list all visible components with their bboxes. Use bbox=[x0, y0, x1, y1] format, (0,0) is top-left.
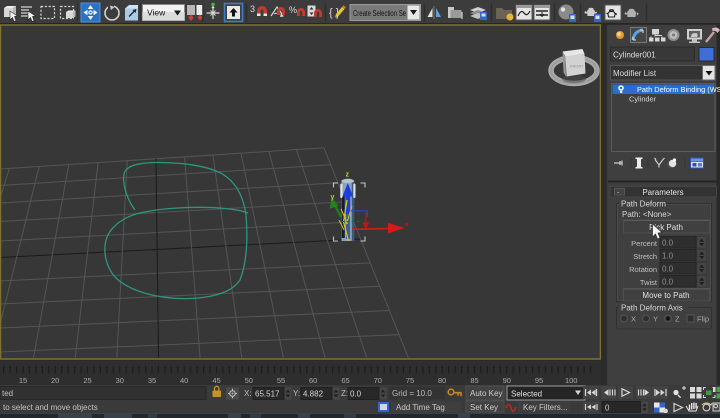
svg-text:20: 20 bbox=[51, 376, 59, 385]
svg-text:90: 90 bbox=[503, 376, 511, 385]
svg-text:75: 75 bbox=[406, 376, 414, 385]
svg-text:65: 65 bbox=[341, 376, 349, 385]
svg-text:Set Key: Set Key bbox=[470, 403, 498, 412]
svg-text:Z:: Z: bbox=[341, 389, 348, 398]
svg-text:100: 100 bbox=[565, 376, 578, 385]
svg-text:Parameters: Parameters bbox=[642, 188, 683, 197]
svg-text:Twist: Twist bbox=[640, 278, 658, 287]
svg-text:55: 55 bbox=[277, 376, 285, 385]
svg-text:65.517: 65.517 bbox=[255, 390, 280, 399]
svg-text:0.0: 0.0 bbox=[662, 239, 674, 248]
svg-text:40: 40 bbox=[180, 376, 188, 385]
svg-text:Stretch: Stretch bbox=[633, 252, 657, 261]
svg-text:Y:: Y: bbox=[293, 389, 300, 398]
svg-text:Z: Z bbox=[675, 315, 680, 324]
svg-text:15: 15 bbox=[19, 376, 27, 385]
svg-text:Y: Y bbox=[653, 315, 658, 324]
svg-text:Percent: Percent bbox=[631, 239, 658, 248]
svg-text:to select and move objects: to select and move objects bbox=[3, 403, 98, 412]
svg-text:4.882: 4.882 bbox=[303, 390, 324, 399]
svg-text:Move to Path: Move to Path bbox=[642, 291, 689, 300]
svg-text:80: 80 bbox=[438, 376, 446, 385]
svg-text:30: 30 bbox=[116, 376, 124, 385]
svg-text:45: 45 bbox=[212, 376, 220, 385]
svg-text:Path Deform: Path Deform bbox=[621, 200, 666, 209]
svg-text:y: y bbox=[331, 194, 335, 201]
svg-text:Auto Key: Auto Key bbox=[470, 389, 502, 398]
svg-text:Cylinder: Cylinder bbox=[629, 95, 657, 104]
svg-text:Key Filters...: Key Filters... bbox=[523, 403, 567, 412]
svg-text:3: 3 bbox=[250, 4, 255, 14]
svg-text:Rotation: Rotation bbox=[629, 265, 657, 274]
svg-text:X: X bbox=[631, 315, 636, 324]
svg-text:Grid = 10.0: Grid = 10.0 bbox=[392, 389, 432, 398]
svg-text:View: View bbox=[147, 8, 166, 18]
svg-text:60: 60 bbox=[309, 376, 317, 385]
svg-text:0.0: 0.0 bbox=[662, 278, 674, 287]
svg-text:Cylinder001: Cylinder001 bbox=[613, 51, 656, 60]
svg-text:Path Deform Binding (WS: Path Deform Binding (WS bbox=[637, 85, 720, 94]
svg-text:Add Time Tag: Add Time Tag bbox=[396, 403, 445, 412]
svg-text:50: 50 bbox=[245, 376, 253, 385]
svg-text:Selected: Selected bbox=[511, 390, 542, 399]
svg-text:1.0: 1.0 bbox=[662, 252, 674, 261]
svg-text:0: 0 bbox=[605, 404, 610, 413]
svg-text:35: 35 bbox=[148, 376, 156, 385]
svg-text:ted: ted bbox=[2, 389, 13, 398]
svg-text:%: % bbox=[289, 5, 297, 15]
svg-text:X:: X: bbox=[244, 389, 252, 398]
svg-text:Path Deform Axis: Path Deform Axis bbox=[621, 304, 683, 313]
svg-text:0.0: 0.0 bbox=[350, 390, 362, 399]
svg-text:Flip: Flip bbox=[697, 315, 709, 324]
svg-text:95: 95 bbox=[535, 376, 543, 385]
svg-text:Create Selection Se: Create Selection Se bbox=[353, 9, 406, 18]
svg-text:Path: <None>: Path: <None> bbox=[622, 210, 672, 219]
svg-text:z: z bbox=[346, 172, 350, 179]
svg-text:0.0: 0.0 bbox=[662, 265, 674, 274]
svg-text:Modifier List: Modifier List bbox=[613, 69, 657, 78]
svg-text:70: 70 bbox=[374, 376, 382, 385]
svg-text:FRONT: FRONT bbox=[570, 64, 584, 69]
svg-text:85: 85 bbox=[470, 376, 478, 385]
svg-text:25: 25 bbox=[83, 376, 91, 385]
